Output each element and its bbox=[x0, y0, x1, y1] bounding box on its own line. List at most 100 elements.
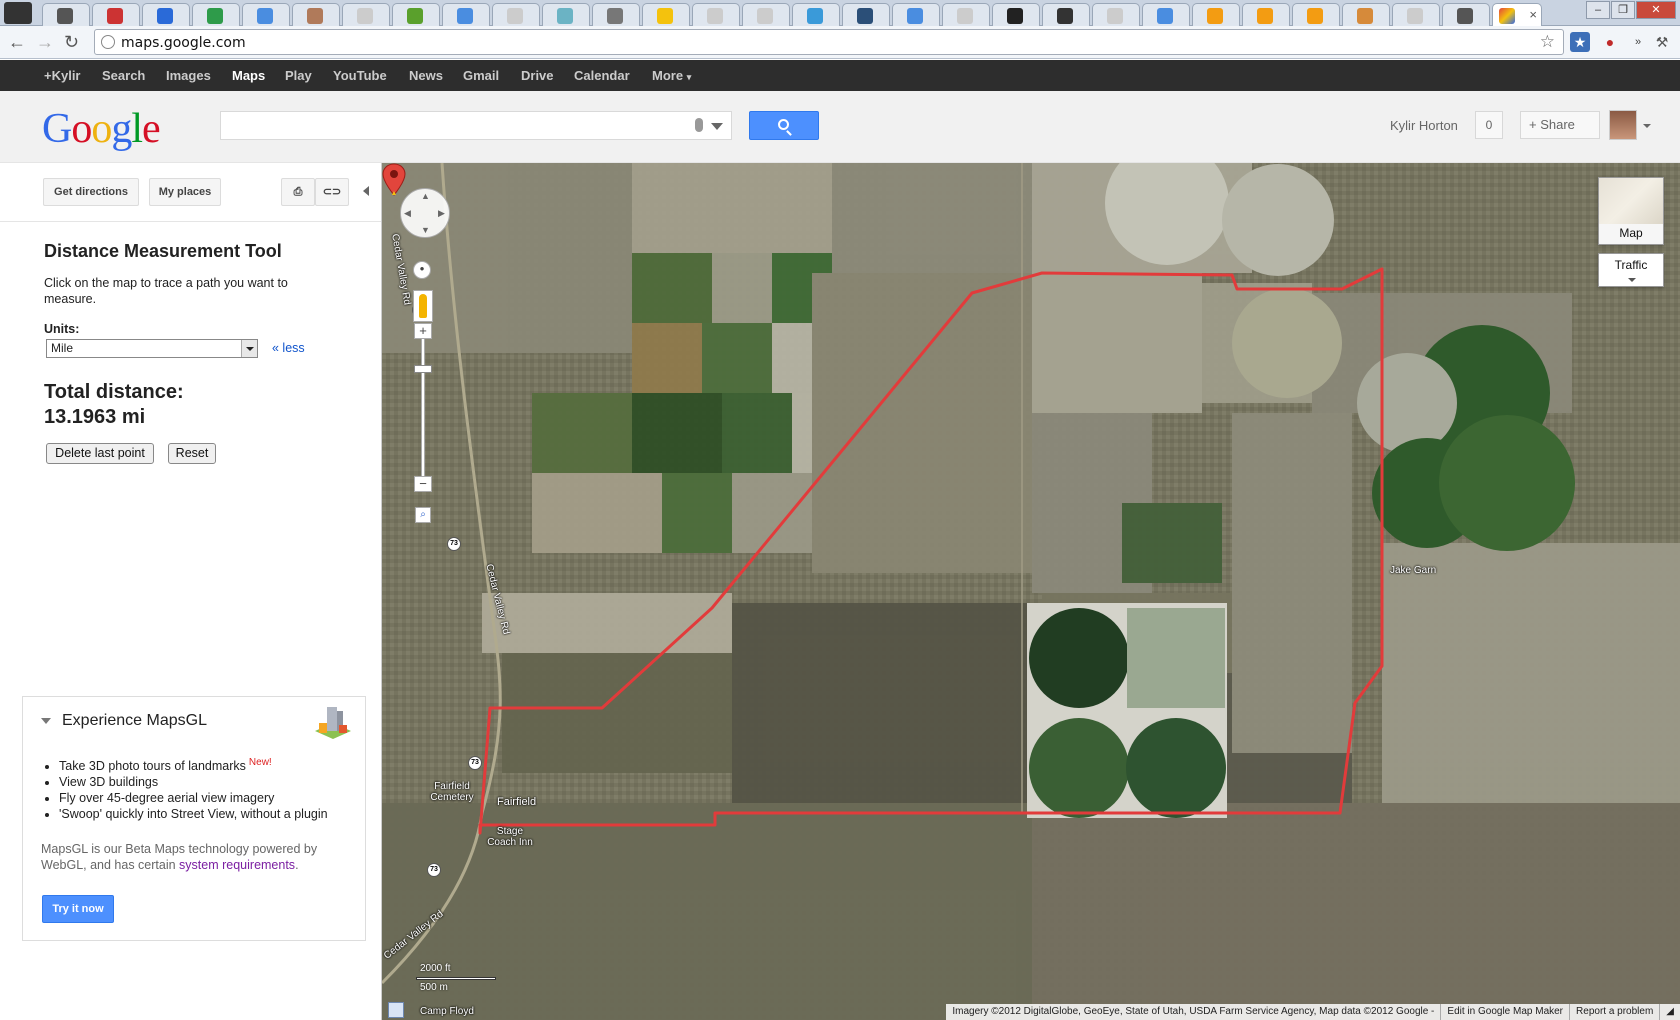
browser-tab[interactable] bbox=[642, 3, 690, 26]
user-name[interactable]: Kylir Horton bbox=[1390, 118, 1458, 133]
jake-garn-label[interactable]: Jake Garn bbox=[1390, 565, 1436, 576]
chevron-down-icon[interactable] bbox=[241, 340, 257, 357]
get-directions-button[interactable]: Get directions bbox=[43, 178, 139, 206]
gbar-item-maps[interactable]: Maps bbox=[232, 68, 265, 83]
gbar-item-search[interactable]: Search bbox=[102, 68, 145, 83]
pan-control[interactable]: ▲ ▼ ◀ ▶ bbox=[400, 188, 450, 238]
google-logo[interactable]: Google bbox=[42, 105, 161, 153]
gbar-item-calendar[interactable]: Calendar bbox=[574, 68, 630, 83]
browser-tab[interactable] bbox=[542, 3, 590, 26]
print-icon[interactable]: ⎙ bbox=[281, 178, 315, 206]
units-select[interactable]: Mile bbox=[46, 339, 258, 358]
zoom-in-icon[interactable]: + bbox=[414, 323, 432, 339]
resize-icon[interactable]: ◢ bbox=[1659, 1004, 1680, 1020]
map-type-button[interactable]: Map bbox=[1598, 177, 1664, 245]
pan-up-icon[interactable]: ▲ bbox=[421, 191, 430, 201]
pan-down-icon[interactable]: ▼ bbox=[421, 225, 430, 235]
zoom-out-icon[interactable]: − bbox=[414, 476, 432, 492]
browser-tab[interactable] bbox=[1042, 3, 1090, 26]
stagecoach-label[interactable]: Stage Coach Inn bbox=[485, 826, 535, 848]
avatar[interactable] bbox=[1609, 110, 1637, 140]
collapse-panel-icon[interactable] bbox=[363, 186, 369, 196]
search-input[interactable] bbox=[220, 111, 732, 140]
browser-tab[interactable] bbox=[1442, 3, 1490, 26]
address-bar[interactable]: maps.google.com ☆ bbox=[94, 29, 1564, 55]
gbar-item-plus[interactable]: +Kylir bbox=[44, 68, 81, 83]
edit-in-map-maker-link[interactable]: Edit in Google Map Maker bbox=[1440, 1004, 1569, 1020]
search-button[interactable] bbox=[749, 111, 819, 140]
forward-arrow-icon[interactable]: → bbox=[36, 32, 54, 53]
zoom-slider[interactable]: + − bbox=[414, 323, 432, 493]
browser-tab[interactable] bbox=[1392, 3, 1440, 26]
town-label[interactable]: Fairfield bbox=[497, 796, 536, 808]
reset-button[interactable]: Reset bbox=[168, 443, 216, 464]
reload-icon[interactable]: ↻ bbox=[64, 32, 79, 53]
camp-label[interactable]: Camp Floyd bbox=[420, 1006, 474, 1017]
browser-tab[interactable] bbox=[942, 3, 990, 26]
browser-tab[interactable] bbox=[1242, 3, 1290, 26]
gbar-item-news[interactable]: News bbox=[409, 68, 443, 83]
chevron-down-icon[interactable] bbox=[1643, 124, 1651, 128]
notification-count[interactable]: 0 bbox=[1475, 111, 1503, 139]
browser-tab[interactable] bbox=[192, 3, 240, 26]
browser-tab[interactable] bbox=[842, 3, 890, 26]
browser-tab[interactable] bbox=[1292, 3, 1340, 26]
back-arrow-icon[interactable]: ← bbox=[8, 32, 26, 53]
overflow-icon[interactable]: » bbox=[1628, 32, 1648, 52]
less-link[interactable]: « less bbox=[272, 341, 305, 355]
magnify-icon[interactable]: ⌕ bbox=[415, 507, 431, 523]
close-window-icon[interactable]: ✕ bbox=[1636, 1, 1676, 19]
location-pin-icon[interactable] bbox=[382, 163, 406, 197]
mapsgl-title[interactable]: Experience MapsGL bbox=[62, 712, 207, 730]
panoramio-icon[interactable] bbox=[388, 1002, 404, 1018]
compass-icon[interactable]: • bbox=[413, 261, 431, 279]
try-it-now-button[interactable]: Try it now bbox=[42, 895, 114, 923]
browser-tab[interactable] bbox=[792, 3, 840, 26]
car-icon[interactable]: ● bbox=[1600, 32, 1620, 52]
minimize-icon[interactable]: – bbox=[1586, 1, 1610, 19]
browser-tab[interactable] bbox=[692, 3, 740, 26]
collapse-triangle-icon[interactable] bbox=[41, 718, 51, 724]
pan-right-icon[interactable]: ▶ bbox=[438, 208, 445, 219]
zoom-thumb[interactable] bbox=[414, 365, 432, 373]
share-button[interactable]: + Share bbox=[1520, 111, 1600, 139]
browser-tab[interactable] bbox=[492, 3, 540, 26]
system-requirements-link[interactable]: system requirements bbox=[179, 858, 295, 872]
gbar-item-youtube[interactable]: YouTube bbox=[333, 68, 387, 83]
browser-tab[interactable] bbox=[1142, 3, 1190, 26]
browser-tab[interactable] bbox=[1342, 3, 1390, 26]
traffic-button[interactable]: Traffic bbox=[1598, 253, 1664, 287]
wrench-icon[interactable]: ⚒ bbox=[1652, 32, 1672, 52]
report-problem-link[interactable]: Report a problem bbox=[1569, 1004, 1659, 1020]
gbar-item-images[interactable]: Images bbox=[166, 68, 211, 83]
browser-tab[interactable] bbox=[1092, 3, 1140, 26]
bookmark-star-icon[interactable]: ★ bbox=[1570, 32, 1590, 52]
browser-tab[interactable] bbox=[442, 3, 490, 26]
browser-tab[interactable] bbox=[392, 3, 440, 26]
pan-left-icon[interactable]: ◀ bbox=[404, 208, 411, 219]
restore-icon[interactable]: ❐ bbox=[1611, 1, 1635, 19]
pegman-icon[interactable] bbox=[413, 290, 433, 322]
browser-tab[interactable] bbox=[142, 3, 190, 26]
microphone-icon[interactable] bbox=[695, 118, 703, 132]
gbar-item-gmail[interactable]: Gmail bbox=[463, 68, 499, 83]
browser-tab[interactable] bbox=[342, 3, 390, 26]
link-icon[interactable]: ⊂⊃ bbox=[315, 178, 349, 206]
bookmark-star-icon[interactable]: ☆ bbox=[1540, 32, 1555, 52]
satellite-map[interactable]: 73 73 73 73 Cedar Valley Rd Cedar Valley… bbox=[382, 163, 1680, 1020]
browser-tab[interactable] bbox=[92, 3, 140, 26]
browser-tab[interactable] bbox=[42, 3, 90, 26]
browser-tab[interactable] bbox=[592, 3, 640, 26]
chevron-down-icon[interactable] bbox=[711, 123, 723, 130]
browser-tab-active[interactable]: × bbox=[1492, 3, 1542, 26]
browser-tab[interactable] bbox=[892, 3, 940, 26]
browser-tab[interactable] bbox=[742, 3, 790, 26]
cemetery-label[interactable]: Fairfield Cemetery bbox=[422, 781, 482, 803]
gbar-item-drive[interactable]: Drive bbox=[521, 68, 554, 83]
browser-tab[interactable] bbox=[242, 3, 290, 26]
browser-tab[interactable] bbox=[992, 3, 1040, 26]
browser-tab[interactable] bbox=[1192, 3, 1240, 26]
gbar-item-more[interactable]: More ▾ bbox=[652, 68, 691, 83]
delete-last-point-button[interactable]: Delete last point bbox=[46, 443, 154, 464]
my-places-button[interactable]: My places bbox=[149, 178, 221, 206]
